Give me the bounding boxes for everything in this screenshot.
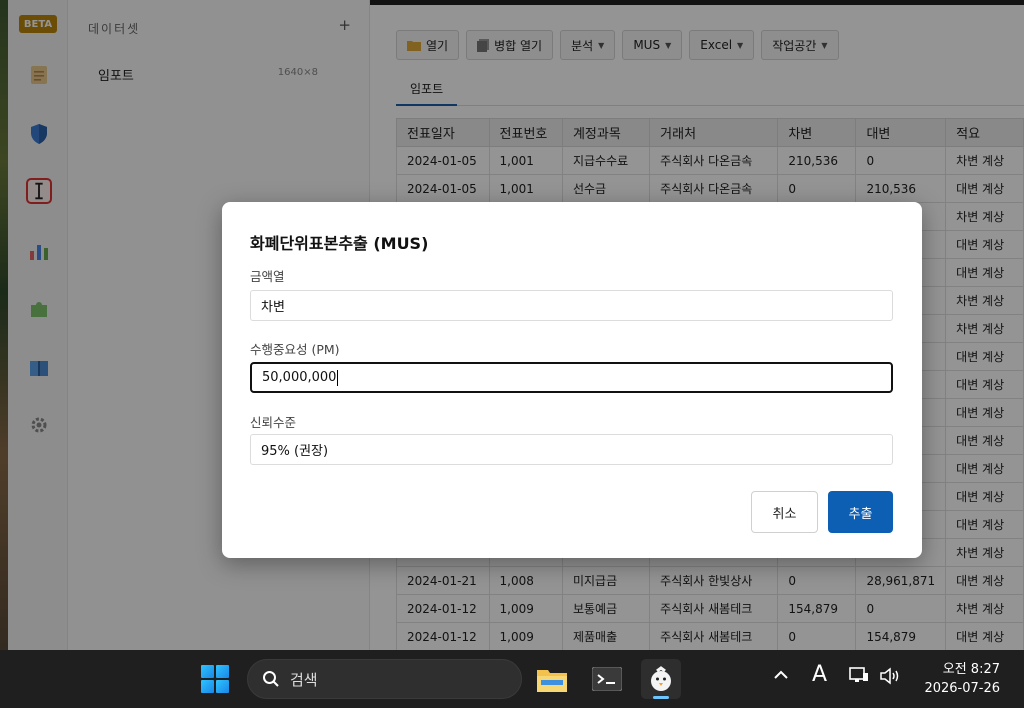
clock-date: 2026-07-26	[924, 681, 1000, 696]
extract-button[interactable]: 추출	[828, 491, 893, 533]
amount-column-value: 차변	[261, 300, 285, 315]
confidence-label: 신뢰수준	[250, 415, 297, 430]
windows-start-button[interactable]	[201, 665, 229, 693]
terminal-icon[interactable]	[587, 659, 627, 699]
search-placeholder: 검색	[290, 670, 318, 689]
file-explorer-icon[interactable]	[532, 659, 572, 699]
mus-dialog: 화폐단위표본추출 (MUS) 금액열 차변 수행중요성 (PM) 50,000,…	[222, 202, 922, 558]
confidence-value: 95% (권장)	[261, 444, 329, 459]
pm-input[interactable]: 50,000,000	[250, 362, 893, 393]
clock-time: 오전 8:27	[942, 662, 1000, 677]
volume-icon[interactable]	[879, 667, 901, 689]
active-app-indicator	[653, 696, 669, 699]
taskbar-search[interactable]: 검색	[247, 659, 522, 699]
dialog-title: 화폐단위표본추출 (MUS)	[250, 234, 429, 253]
text-caret	[337, 369, 339, 386]
pm-input-value: 50,000,000	[262, 370, 337, 385]
system-clock[interactable]: 오전 8:27 2026-07-26	[924, 660, 1000, 698]
pm-label: 수행중요성 (PM)	[250, 342, 340, 357]
amount-column-label: 금액열	[250, 269, 285, 284]
confidence-select[interactable]: 95% (권장)	[250, 434, 893, 465]
chevron-up-icon[interactable]	[773, 667, 789, 687]
network-icon[interactable]	[849, 667, 869, 689]
cancel-button[interactable]: 취소	[751, 491, 818, 533]
search-icon	[263, 671, 279, 687]
taskbar: 검색 A 오전 8:27 2026-07-26	[0, 650, 1024, 708]
ime-indicator[interactable]: A	[812, 662, 827, 687]
amount-column-select[interactable]: 차변	[250, 290, 893, 321]
app-bird-icon[interactable]	[641, 659, 681, 699]
